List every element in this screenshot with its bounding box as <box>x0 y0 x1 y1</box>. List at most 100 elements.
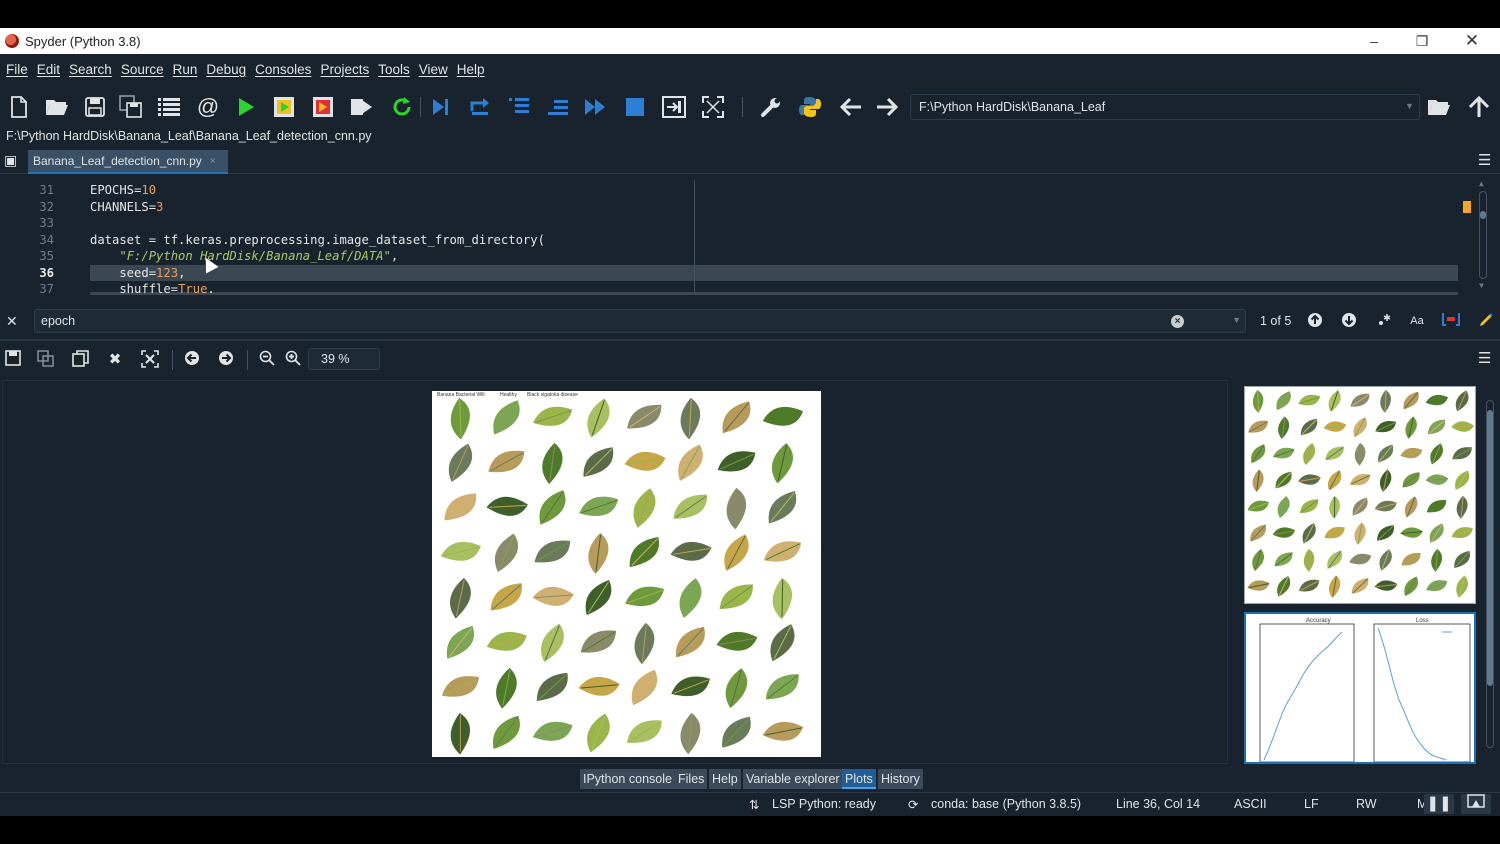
scroll-thumb[interactable] <box>1487 410 1493 686</box>
leaf-sample <box>1324 526 1345 539</box>
clear-search-icon[interactable]: × <box>1171 315 1184 328</box>
menu-edit[interactable]: Edit <box>37 62 60 77</box>
thumbnail-scrollbar[interactable] <box>1484 400 1496 748</box>
menu-consoles[interactable]: Consoles <box>255 62 311 77</box>
run-selection-icon[interactable] <box>349 94 375 120</box>
save-icon[interactable] <box>82 94 108 120</box>
lsp-status[interactable]: LSP Python: ready <box>772 797 876 811</box>
editor-scrollbar[interactable]: ▲ ▼ <box>1476 179 1490 291</box>
scroll-up-icon[interactable]: ▲ <box>1479 179 1484 188</box>
forward-arrow-icon[interactable] <box>874 94 900 120</box>
find-previous-icon[interactable] <box>1306 312 1324 330</box>
menu-projects[interactable]: Projects <box>320 62 369 77</box>
code-editor[interactable]: 31 32 33 34 35 36 37 EPOCHS=10 CHANNELS=… <box>0 175 1500 295</box>
case-sensitive-icon[interactable]: Aa <box>1408 312 1426 330</box>
thumbnail-training-curves[interactable]: Accuracy Loss <box>1244 612 1476 764</box>
stop-icon[interactable] <box>622 94 648 120</box>
plots-options-icon[interactable]: ☰ <box>1478 351 1494 366</box>
leaf-sample <box>1349 553 1372 565</box>
thumbnail-sample-grid[interactable] <box>1244 386 1476 604</box>
parent-dir-icon[interactable] <box>1466 94 1492 120</box>
warning-flag[interactable] <box>1463 201 1471 213</box>
regex-icon[interactable] <box>1375 312 1393 330</box>
menu-debug[interactable]: Debug <box>206 62 246 77</box>
scroll-down-icon[interactable]: ▼ <box>1479 281 1484 290</box>
tab-history[interactable]: History <box>878 769 923 789</box>
menu-run[interactable]: Run <box>173 62 198 77</box>
open-file-icon[interactable] <box>44 94 70 120</box>
highlight-icon[interactable] <box>1477 312 1495 330</box>
outline-icon[interactable] <box>156 94 182 120</box>
python-path-icon[interactable] <box>797 94 823 120</box>
preferences-icon[interactable] <box>758 94 784 120</box>
zoom-level-field[interactable]: 39 % <box>308 348 380 370</box>
leaf-sample <box>717 451 756 472</box>
copy-plot-icon[interactable] <box>70 350 92 370</box>
email-icon[interactable]: @ <box>195 94 221 120</box>
maximize-pane-icon[interactable] <box>661 94 687 120</box>
run-cell-icon[interactable] <box>271 94 297 120</box>
tab-plots[interactable]: Plots <box>842 769 876 789</box>
scroll-track[interactable] <box>1479 191 1487 279</box>
next-plot-icon[interactable] <box>215 350 237 370</box>
continue-icon[interactable] <box>583 94 609 120</box>
menu-tools[interactable]: Tools <box>378 62 410 77</box>
search-input[interactable]: epoch × ▼ <box>34 309 1246 333</box>
leaf-sample <box>1350 393 1370 407</box>
plot-canvas[interactable]: Banana Bacterial Wilt Healthy Black siga… <box>2 380 1228 764</box>
tab-files[interactable]: Files <box>675 769 708 789</box>
scroll-thumb[interactable] <box>1480 211 1486 219</box>
menu-view[interactable]: View <box>419 62 448 77</box>
new-file-icon[interactable] <box>6 94 32 120</box>
zoom-out-icon[interactable] <box>256 350 278 370</box>
save-all-icon[interactable] <box>118 94 144 120</box>
browse-dir-icon[interactable] <box>1426 94 1452 120</box>
rerun-icon[interactable] <box>389 94 415 120</box>
menu-file[interactable]: File <box>6 62 28 77</box>
leaf-sample <box>1272 527 1296 538</box>
save-all-plots-icon[interactable] <box>35 350 57 370</box>
leaf-sample <box>446 625 474 659</box>
fullscreen-icon[interactable] <box>700 94 726 120</box>
menu-help[interactable]: Help <box>457 62 485 77</box>
editor-options-icon[interactable]: ☰ <box>1478 153 1494 168</box>
run-icon[interactable] <box>233 94 259 120</box>
close-tab-icon[interactable]: × <box>210 156 216 167</box>
step-return-icon[interactable] <box>545 94 571 120</box>
run-cell-advance-icon[interactable] <box>310 94 336 120</box>
whole-word-icon[interactable] <box>1442 312 1460 330</box>
file-permissions: RW <box>1356 797 1377 811</box>
chevron-down-icon[interactable]: ▼ <box>1232 315 1241 325</box>
close-find-icon[interactable]: ✕ <box>6 313 18 330</box>
pane-splitter[interactable] <box>0 339 1500 341</box>
minimize-icon[interactable]: – <box>1350 28 1398 54</box>
tab-help[interactable]: Help <box>709 769 741 789</box>
previous-plot-icon[interactable] <box>181 350 203 370</box>
conda-status[interactable]: conda: base (Python 3.8.5) <box>931 797 1081 811</box>
menu-source[interactable]: Source <box>121 62 164 77</box>
find-next-icon[interactable] <box>1340 312 1358 330</box>
save-plot-icon[interactable] <box>2 350 24 370</box>
line-number: 34 <box>39 233 54 247</box>
debug-icon[interactable] <box>427 94 453 120</box>
tab-variable-explorer[interactable]: Variable explorer <box>743 769 843 789</box>
tab-banana-leaf-detection-cnn[interactable]: Banana_Leaf_detection_cnn.py × <box>28 150 228 174</box>
remove-plot-icon[interactable]: ✖ <box>104 350 126 370</box>
step-icon[interactable] <box>467 94 493 120</box>
working-directory-combo[interactable]: F:\Python HardDisk\Banana_Leaf ▼ <box>910 94 1420 120</box>
loss-chart-title: Loss <box>1416 618 1429 624</box>
restore-icon[interactable]: ❐ <box>1398 28 1446 54</box>
back-arrow-icon[interactable] <box>838 94 864 120</box>
close-icon[interactable]: ✕ <box>1448 28 1496 54</box>
chevron-down-icon[interactable]: ▼ <box>1405 101 1415 113</box>
screen-share-icon[interactable] <box>1461 794 1491 814</box>
menu-search[interactable]: Search <box>69 62 112 77</box>
tab-ipython-console[interactable]: IPython console <box>580 769 675 789</box>
browse-tabs-icon[interactable]: ▣ <box>4 152 22 168</box>
zoom-in-icon[interactable] <box>282 350 304 370</box>
leaf-sample <box>444 493 477 521</box>
step-into-icon[interactable] <box>506 94 532 120</box>
line-number-gutter: 31 32 33 34 35 36 37 <box>0 175 60 295</box>
pause-icon[interactable]: ❚❚ <box>1424 794 1454 814</box>
remove-all-plots-icon[interactable] <box>139 350 161 370</box>
